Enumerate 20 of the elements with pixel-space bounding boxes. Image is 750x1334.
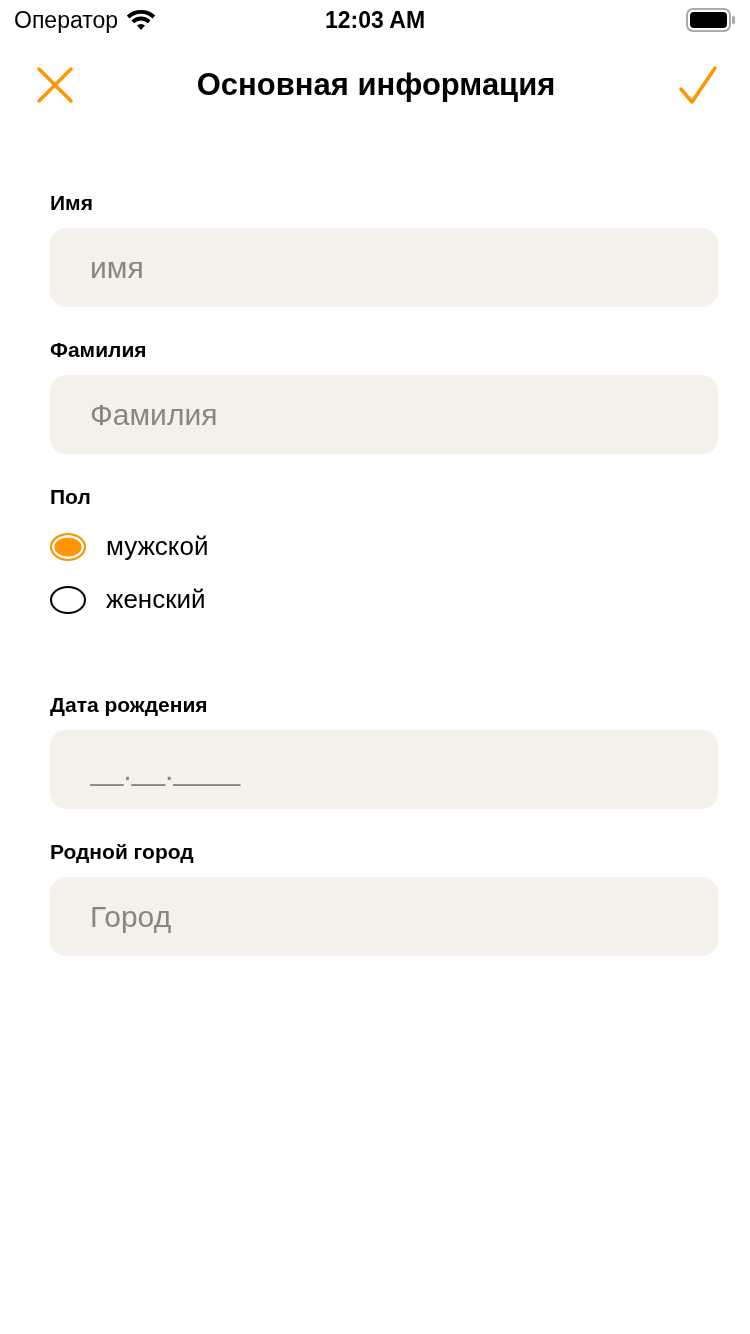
radio-button[interactable] xyxy=(50,585,86,614)
wifi-icon xyxy=(126,9,157,31)
close-icon[interactable] xyxy=(36,66,74,104)
input-field[interactable]: Город xyxy=(50,877,718,956)
checkmark-icon[interactable] xyxy=(678,65,718,105)
clock-time: 12:03 AM xyxy=(323,6,427,34)
field-label: Родной город xyxy=(50,839,194,865)
input-field[interactable]: имя xyxy=(50,228,718,307)
field-label: Дата рождения xyxy=(50,692,208,718)
input-field[interactable]: Фамилия xyxy=(50,375,718,454)
screen-title: Основная информация xyxy=(196,67,556,103)
input-field[interactable]: __.__.____ xyxy=(50,730,718,809)
option-label[interactable]: мужской xyxy=(106,531,209,562)
battery-icon xyxy=(686,8,736,32)
radio-button[interactable] xyxy=(50,532,86,561)
field-label: Пол xyxy=(50,484,91,510)
option-label[interactable]: женский xyxy=(106,584,206,615)
field-label: Имя xyxy=(50,190,93,216)
field-label: Фамилия xyxy=(50,337,147,363)
carrier-name: Оператор xyxy=(14,6,119,34)
